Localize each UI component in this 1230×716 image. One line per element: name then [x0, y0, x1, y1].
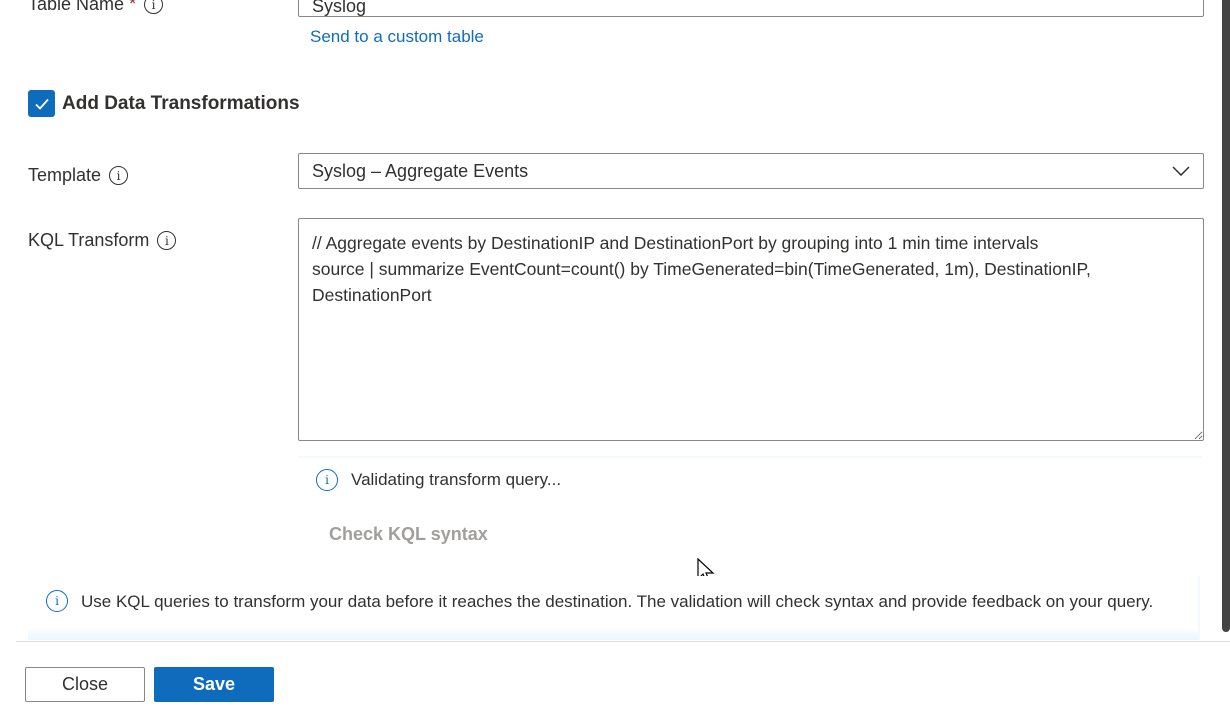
- validation-message: Validating transform query...: [351, 470, 562, 489]
- kql-label: KQL Transform i: [28, 230, 177, 251]
- chevron-down-icon: [1172, 166, 1190, 176]
- table-name-input[interactable]: Syslog: [298, 0, 1204, 17]
- template-label: Template i: [28, 165, 129, 186]
- checkmark-icon: [34, 98, 49, 110]
- add-transformations-label: Add Data Transformations: [62, 93, 300, 114]
- add-transformations-checkbox[interactable]: [28, 90, 55, 117]
- table-name-label: Table Name * i: [28, 0, 164, 15]
- info-icon[interactable]: i: [144, 0, 164, 14]
- save-button[interactable]: Save: [154, 667, 274, 702]
- template-text: Template: [28, 165, 102, 185]
- close-button[interactable]: Close: [25, 667, 145, 702]
- info-icon: i: [46, 590, 68, 612]
- required-mark: *: [129, 0, 137, 14]
- footer-divider: [16, 641, 1230, 642]
- validation-status: i Validating transform query...: [298, 456, 1202, 502]
- check-kql-syntax-button[interactable]: Check KQL syntax: [329, 524, 488, 545]
- send-to-custom-table-link[interactable]: Send to a custom table: [310, 27, 484, 47]
- template-value: Syslog – Aggregate Events: [312, 160, 529, 181]
- template-dropdown[interactable]: Syslog – Aggregate Events: [298, 153, 1204, 189]
- kql-text: KQL Transform: [28, 230, 150, 250]
- info-banner-message: Use KQL queries to transform your data b…: [81, 592, 1154, 611]
- info-icon[interactable]: i: [109, 166, 129, 185]
- info-banner: i Use KQL queries to transform your data…: [28, 576, 1200, 640]
- scrollbar[interactable]: [1222, 0, 1230, 632]
- info-icon[interactable]: i: [157, 231, 177, 250]
- kql-transform-textarea[interactable]: [298, 218, 1204, 441]
- info-icon: i: [316, 469, 338, 491]
- table-name-text: Table Name: [28, 0, 125, 14]
- table-name-value: Syslog: [312, 0, 367, 16]
